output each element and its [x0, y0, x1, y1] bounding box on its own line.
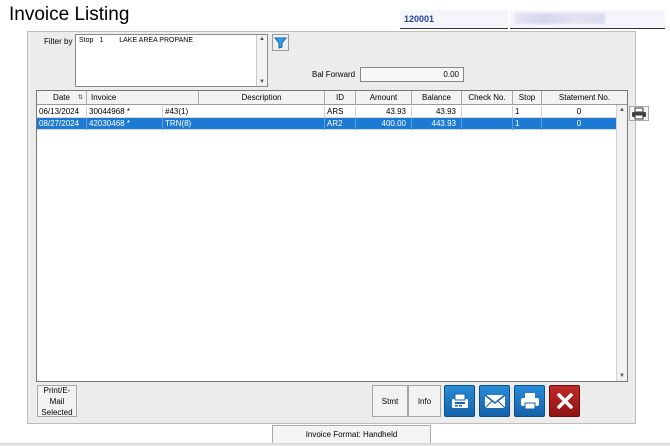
table-header: Date ⇅ Invoice Description ID Amount Bal…: [37, 91, 627, 105]
funnel-icon: [273, 37, 288, 49]
print-email-selected-button[interactable]: Print/E-Mail Selected: [37, 385, 77, 417]
fax-icon: [451, 393, 468, 408]
info-button[interactable]: Info: [408, 385, 441, 417]
filter-stop-name: LAKE AREA PROPANE: [119, 37, 194, 44]
table-scrollbar[interactable]: ▲ ▼: [616, 105, 627, 381]
filter-field: Stop: [79, 37, 94, 44]
filter-list-scrollbar[interactable]: ▲ ▼: [256, 35, 267, 86]
column-header-statement-no[interactable]: Statement No.: [542, 91, 627, 105]
column-header-id[interactable]: ID: [325, 91, 356, 105]
invoice-format-status: Invoice Format: Handheld: [272, 425, 431, 444]
printer-icon: [632, 107, 646, 120]
close-icon: [556, 393, 573, 409]
print-button[interactable]: [514, 385, 545, 417]
column-header-description[interactable]: Description: [199, 91, 325, 105]
scroll-down-icon[interactable]: ▼: [619, 373, 625, 379]
filter-stop-number: 1: [99, 37, 104, 44]
email-button[interactable]: [479, 385, 510, 417]
printer-icon: [520, 393, 539, 410]
sort-icon[interactable]: ⇅: [78, 92, 83, 105]
close-button[interactable]: [549, 385, 580, 417]
column-header-check-no[interactable]: Check No.: [462, 91, 513, 105]
bal-forward-field: 0.00: [360, 67, 464, 82]
filter-entry[interactable]: Stop 1 LAKE AREA PROPANE: [79, 37, 197, 44]
bal-forward-label: Bal Forward: [312, 70, 356, 79]
filter-button[interactable]: [272, 34, 289, 51]
table-row-selected[interactable]: 08/27/2024 42030468 * TRN(8) AR2 400.00 …: [37, 118, 617, 130]
print-list-button[interactable]: [629, 106, 649, 121]
scroll-up-icon[interactable]: ▲: [259, 36, 265, 42]
account-number: 120001: [404, 14, 435, 24]
column-header-stop[interactable]: Stop: [513, 91, 542, 105]
column-header-date[interactable]: Date ⇅: [37, 91, 87, 105]
bal-forward-value: 0.00: [443, 70, 459, 79]
filter-list[interactable]: Stop 1 LAKE AREA PROPANE ▲ ▼: [75, 34, 268, 87]
invoice-table[interactable]: Date ⇅ Invoice Description ID Amount Bal…: [36, 90, 628, 382]
column-header-invoice[interactable]: Invoice: [87, 91, 199, 105]
stmt-button[interactable]: Stmt: [372, 385, 408, 417]
redacted-account-name: [515, 13, 605, 24]
scroll-down-icon[interactable]: ▼: [259, 79, 265, 85]
column-header-amount[interactable]: Amount: [356, 91, 412, 105]
fax-button[interactable]: [444, 385, 475, 417]
window-title: Invoice Listing: [9, 4, 130, 25]
table-row[interactable]: 06/13/2024 30044968 * #43(1) ARS 43.93 4…: [37, 106, 617, 118]
envelope-icon: [484, 394, 505, 409]
column-header-balance[interactable]: Balance: [412, 91, 462, 105]
filter-label: Filter by: [44, 37, 73, 46]
scroll-up-icon[interactable]: ▲: [619, 107, 625, 113]
